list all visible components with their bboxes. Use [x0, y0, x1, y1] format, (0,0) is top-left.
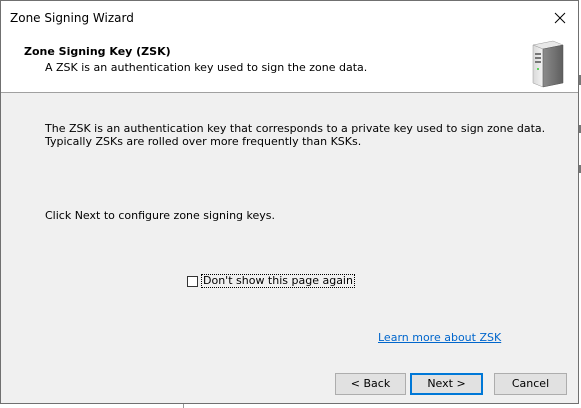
server-icon — [532, 40, 564, 88]
zone-signing-wizard-dialog: Zone Signing Wizard Zone Signing Key (ZS… — [0, 0, 579, 404]
title-bar: Zone Signing Wizard — [1, 1, 578, 34]
page-title: Zone Signing Key (ZSK) — [24, 45, 171, 58]
close-button[interactable] — [546, 5, 574, 31]
learn-more-link[interactable]: Learn more about ZSK — [378, 331, 501, 344]
cancel-button[interactable]: Cancel — [494, 373, 567, 395]
back-button[interactable]: < Back — [335, 373, 406, 395]
dont-show-again-option[interactable]: Don't show this page again — [187, 274, 355, 288]
page-subtitle: A ZSK is an authentication key used to s… — [45, 61, 368, 74]
description-line: Typically ZSKs are rolled over more freq… — [45, 135, 362, 148]
next-button[interactable]: Next > — [410, 373, 483, 395]
description-line: The ZSK is an authentication key that co… — [45, 122, 546, 135]
window-title: Zone Signing Wizard — [10, 11, 134, 25]
instruction-text: Click Next to configure zone signing key… — [45, 209, 276, 222]
close-icon — [554, 12, 566, 24]
wizard-header: Zone Signing Key (ZSK) A ZSK is an authe… — [1, 34, 578, 93]
wizard-body: The ZSK is an authentication key that co… — [1, 93, 578, 403]
description-text: The ZSK is an authentication key that co… — [45, 122, 546, 148]
dont-show-again-label[interactable]: Don't show this page again — [201, 274, 355, 288]
dont-show-again-checkbox[interactable] — [187, 275, 198, 287]
